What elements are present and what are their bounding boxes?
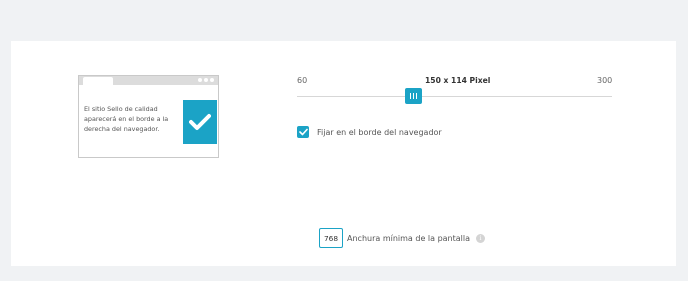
size-slider-handle[interactable] [405, 88, 422, 104]
min-width-row: Anchura mínima de la pantalla i [319, 228, 486, 248]
window-dot-icon [210, 78, 214, 82]
min-width-label: Anchura mínima de la pantalla [347, 233, 471, 243]
browser-preview-text: El sitio Sello de calidad aparecerá en e… [84, 105, 169, 133]
fix-to-edge-label: Fijar en el borde del navegador [317, 127, 442, 137]
checkmark-icon [189, 114, 211, 130]
browser-preview-window-dots [198, 78, 214, 82]
fix-to-edge-checkbox[interactable] [297, 126, 309, 138]
quality-seal-icon [183, 100, 217, 144]
check-icon [298, 128, 308, 136]
slider-value-label: 150 x 114 Pixel [425, 76, 491, 85]
min-width-input[interactable] [319, 228, 343, 248]
slider-max-label: 300 [597, 76, 613, 85]
info-icon[interactable]: i [476, 233, 486, 243]
browser-preview: El sitio Sello de calidad aparecerá en e… [78, 75, 219, 158]
window-dot-icon [198, 78, 202, 82]
window-dot-icon [204, 78, 208, 82]
browser-preview-titlebar [79, 76, 218, 85]
fix-to-edge-option[interactable]: Fijar en el borde del navegador [297, 126, 442, 138]
browser-preview-tab [83, 77, 113, 85]
slider-min-label: 60 [297, 76, 308, 85]
size-slider-track[interactable] [297, 96, 612, 97]
